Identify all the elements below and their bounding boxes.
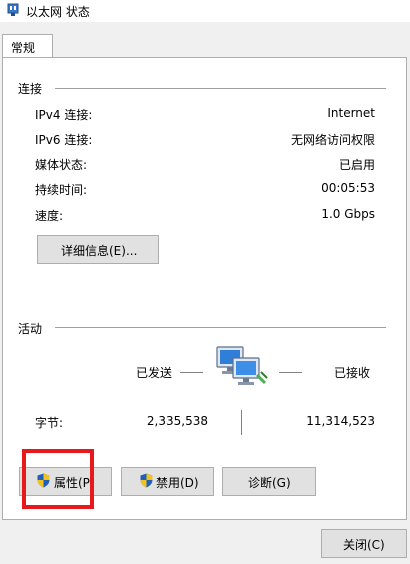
- ipv4-value: Internet: [327, 106, 375, 120]
- bytes-label: 字节:: [35, 416, 64, 430]
- network-adapter-icon: [7, 3, 19, 16]
- diagnose-button-label: 诊断(G): [248, 476, 291, 490]
- window-title: 以太网 状态: [26, 5, 90, 19]
- general-panel: [2, 57, 407, 520]
- speed-label: 速度:: [35, 209, 64, 223]
- tab-general[interactable]: 常规: [2, 34, 53, 58]
- activity-divider: [55, 327, 386, 328]
- title-bar: 以太网 状态: [0, 0, 410, 22]
- details-button[interactable]: 详细信息(E)...: [37, 235, 159, 264]
- received-line: [279, 372, 302, 373]
- bytes-sent-value: 2,335,538: [146, 414, 208, 428]
- duration-value: 00:05:53: [321, 181, 375, 195]
- connection-section-title: 连接: [18, 82, 43, 96]
- disable-button[interactable]: 禁用(D): [121, 467, 214, 496]
- ipv6-label: IPv6 连接:: [35, 133, 93, 147]
- ipv4-label: IPv4 连接:: [35, 108, 93, 122]
- activity-section-title: 活动: [18, 322, 43, 336]
- ipv6-value: 无网络访问权限: [290, 133, 375, 147]
- duration-label: 持续时间:: [35, 183, 88, 197]
- details-button-label: 详细信息(E)...: [61, 244, 138, 258]
- close-button[interactable]: 关闭(C): [321, 529, 407, 558]
- network-computers-icon: [216, 346, 268, 385]
- sent-label: 已发送: [136, 366, 173, 380]
- properties-button[interactable]: 属性(P: [19, 467, 112, 496]
- media-state-value: 已启用: [338, 158, 375, 172]
- received-label: 已接收: [334, 366, 371, 380]
- sent-line: [180, 372, 203, 373]
- uac-shield-icon: [140, 473, 153, 488]
- properties-button-label: 属性(P: [54, 476, 90, 490]
- speed-value: 1.0 Gbps: [321, 207, 375, 221]
- disable-button-label: 禁用(D): [156, 476, 199, 490]
- tab-general-label: 常规: [11, 41, 36, 55]
- uac-shield-icon: [37, 473, 50, 488]
- bytes-received-value: 11,314,523: [306, 414, 375, 428]
- media-state-label: 媒体状态:: [35, 158, 88, 172]
- close-button-label: 关闭(C): [343, 538, 385, 552]
- connection-divider: [55, 88, 386, 89]
- diagnose-button[interactable]: 诊断(G): [222, 467, 316, 496]
- bytes-divider: [241, 410, 242, 435]
